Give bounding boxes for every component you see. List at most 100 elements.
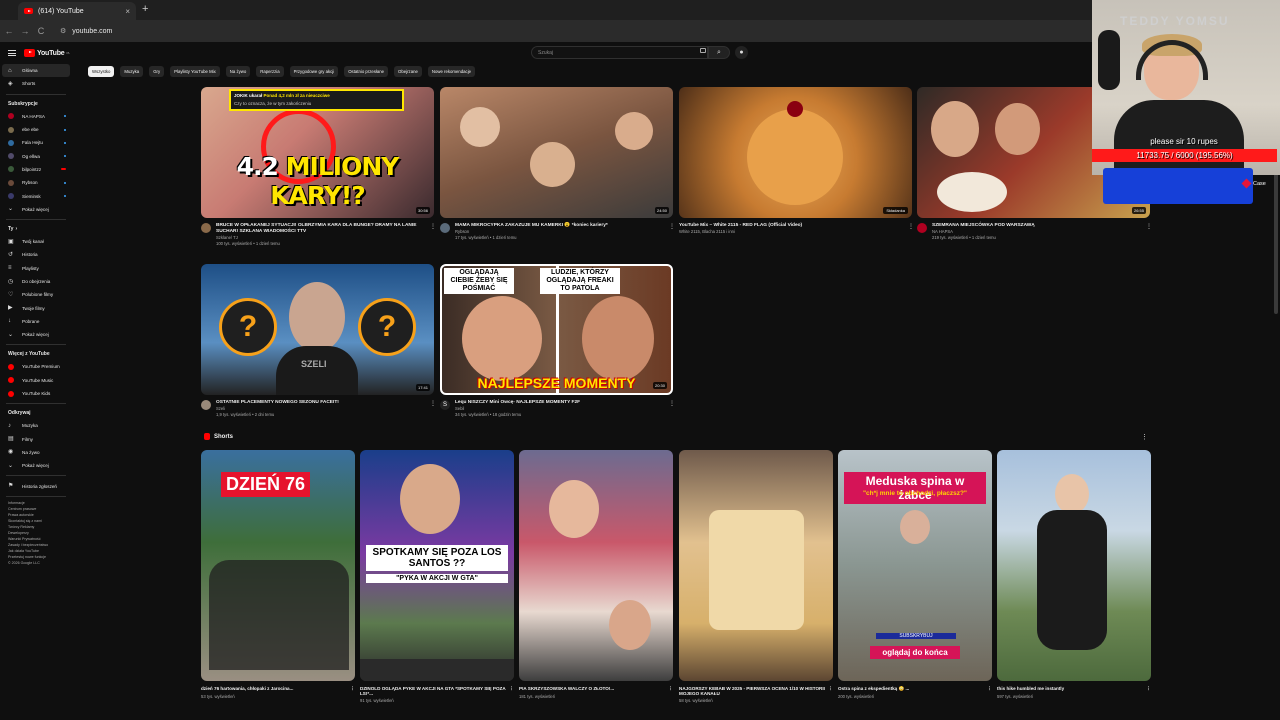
channel-avatar[interactable] xyxy=(201,400,211,410)
subscriptions-show-more[interactable]: ⌄ Pokaż więcej xyxy=(0,203,72,216)
sidebar-you-item[interactable]: ▣ Twój kanał xyxy=(0,235,72,248)
sidebar-you-item[interactable]: ▶ Twoje filmy xyxy=(0,301,72,314)
video-title[interactable]: BRUCE W OPŁAKANEJ SYTUACJI! OLBRZYMIA KA… xyxy=(216,223,425,235)
sidebar-item-1[interactable]: ◈ Shorts xyxy=(0,77,72,90)
sidebar-item-0[interactable]: ⌂ Główna xyxy=(2,64,70,78)
sidebar-subscription[interactable]: Rybson xyxy=(0,176,72,189)
sidebar-subscription[interactable]: bilpointzz xyxy=(0,163,72,176)
reload-button[interactable]: C xyxy=(34,26,48,36)
footer-link[interactable]: © 2026 Google LLC xyxy=(8,560,72,566)
short-thumbnail[interactable] xyxy=(519,450,673,681)
sidebar-you-item[interactable]: ◷ Do obejrzenia xyxy=(0,275,72,288)
filter-chip[interactable]: Playlisty YouTube Mix xyxy=(170,66,220,77)
video-thumbnail[interactable]: OGLĄDAJĄ CIEBIE ŻEBY SIĘ POŚMIAĆ LUDZIE,… xyxy=(440,264,673,395)
short-card[interactable]: DZIEŃ 76 dzień 76 hartowania, chłopaki z… xyxy=(201,450,355,699)
more-options-icon[interactable]: ⋮ xyxy=(1146,223,1152,240)
short-thumbnail[interactable]: SPOTKAMY SIĘ POZA LOS SANTOS ?? "PYKA W … xyxy=(360,450,514,681)
short-card[interactable]: Meduska spina w żabce "ch*j mnie to obch… xyxy=(838,450,992,699)
more-options-icon[interactable]: ⋮ xyxy=(669,400,675,417)
more-options-icon[interactable]: ⋮ xyxy=(350,686,355,692)
short-title[interactable]: PIA SKRZYSZOWSKA WALCZY O ZŁOTO!... xyxy=(519,686,614,692)
browser-tab[interactable]: (614) YouTube × xyxy=(18,2,136,20)
sidebar-explore-item[interactable]: ▤ Filmy xyxy=(0,433,72,446)
more-options-icon[interactable]: ⋮ xyxy=(430,400,436,417)
sidebar-subscription[interactable]: Sieminsk xyxy=(0,189,72,202)
more-options-icon[interactable]: ⋮ xyxy=(430,223,436,246)
video-thumbnail[interactable]: 24:50 xyxy=(440,87,673,218)
sidebar-subscription[interactable]: ebe ebe xyxy=(0,123,72,136)
new-tab-button[interactable]: + xyxy=(142,3,148,15)
url-field[interactable]: ⚙ youtube.com xyxy=(60,27,112,36)
short-card[interactable]: SPOTKAMY SIĘ POZA LOS SANTOS ?? "PYKA W … xyxy=(360,450,514,703)
sidebar-report-history[interactable]: ⚑ Historia zgłoszeń xyxy=(0,479,72,492)
video-thumbnail[interactable]: ? ? SZELI 17:41 xyxy=(201,264,434,395)
sidebar-you-item[interactable]: ⌄ Pokaż więcej xyxy=(0,328,72,341)
short-title[interactable]: dzień 76 hartowania, chłopaki z Jarocina… xyxy=(201,686,293,692)
menu-icon[interactable] xyxy=(8,50,16,56)
video-thumbnail[interactable]: Składanka xyxy=(679,87,912,218)
short-title[interactable]: DZINOLD OGLĄDA PYKE W AKCJI NA GTA *SPOT… xyxy=(360,686,509,696)
channel-avatar[interactable] xyxy=(917,223,927,233)
sidebar-you-item[interactable]: ↺ Historia xyxy=(0,248,72,261)
site-info-icon[interactable]: ⚙ xyxy=(60,27,66,35)
video-card[interactable]: JOKIK ukarał Ponad 4,2 mln zł za nieuczc… xyxy=(201,87,436,246)
youtube-logo[interactable]: YouTube PL xyxy=(24,49,70,57)
short-title[interactable]: Ostra spina z ekspedientką 😳 ... xyxy=(838,686,909,692)
sidebar-you-item[interactable]: ↓ Pobrane xyxy=(0,315,72,328)
short-card[interactable]: this hike humbled me instantly ⋮ 597 tys.… xyxy=(997,450,1151,699)
channel-name[interactable]: White 2115, Blacha 2115 i inni xyxy=(679,229,903,235)
filter-chip[interactable]: Na żywo xyxy=(225,66,251,77)
keyboard-icon[interactable] xyxy=(700,48,706,53)
voice-search-mic-icon[interactable]: ● xyxy=(735,46,748,59)
more-options-icon[interactable]: ⋮ xyxy=(987,686,992,692)
back-button[interactable]: ← xyxy=(2,26,16,36)
short-title[interactable]: this hike humbled me instantly xyxy=(997,686,1064,692)
video-thumbnail[interactable]: JOKIK ukarał Ponad 4,2 mln zł za nieuczc… xyxy=(201,87,434,218)
more-options-icon[interactable]: ⋮ xyxy=(668,686,673,692)
more-options-icon[interactable]: ⋮ xyxy=(828,686,833,696)
sidebar-subscription[interactable]: Fala Hejtu xyxy=(0,136,72,149)
more-options-icon[interactable]: ⋮ xyxy=(509,686,514,696)
filter-chip[interactable]: Przygodowe gry akcji xyxy=(289,66,339,77)
search-button[interactable]: ⌕ xyxy=(708,46,730,59)
channel-avatar[interactable] xyxy=(201,223,211,233)
sidebar-subscription[interactable]: NA HAPSA xyxy=(0,110,72,123)
tab-close-icon[interactable]: × xyxy=(125,7,130,16)
filter-chip[interactable]: Nowe rekomendacje xyxy=(427,66,476,77)
video-card[interactable]: Składanka YouTube Mix – White 2115 - RED… xyxy=(679,87,914,235)
short-card[interactable]: NAJGORSZY KEBAB W 2025 - PIERWSZA OCENA … xyxy=(679,450,833,703)
more-options-icon[interactable]: ⋮ xyxy=(1146,686,1151,692)
short-thumbnail[interactable] xyxy=(679,450,833,681)
short-thumbnail[interactable] xyxy=(997,450,1151,681)
sidebar-explore-item[interactable]: ⌄ Pokaż więcej xyxy=(0,459,72,472)
sidebar-youtube-product[interactable]: YouTube Kids xyxy=(0,387,72,400)
search-input[interactable]: Szukaj xyxy=(531,46,708,59)
filter-chip[interactable]: Raperzzia xyxy=(256,66,284,77)
sidebar-explore-item[interactable]: ♪ Muzyka xyxy=(0,419,72,432)
shorts-more-options-icon[interactable]: ⋮ xyxy=(1141,433,1148,441)
video-card[interactable]: 24:50 MAMA MIKROCYPKA ZAKAZUJE MU KAMERK… xyxy=(440,87,675,240)
filter-chip[interactable]: Obejrzane xyxy=(394,66,422,77)
more-options-icon[interactable]: ⋮ xyxy=(669,223,675,240)
sidebar-youtube-product[interactable]: YouTube Music xyxy=(0,374,72,387)
sidebar-you-item[interactable]: ♡ Polubione filmy xyxy=(0,288,72,301)
short-thumbnail[interactable]: Meduska spina w żabce "ch*j mnie to obch… xyxy=(838,450,992,681)
short-title[interactable]: NAJGORSZY KEBAB W 2025 - PIERWSZA OCENA … xyxy=(679,686,828,696)
channel-avatar[interactable]: S xyxy=(440,400,450,410)
sidebar-subscription[interactable]: Og ellwa xyxy=(0,149,72,162)
sidebar-you-item[interactable]: ≡ Playlisty xyxy=(0,262,72,275)
forward-button[interactable]: → xyxy=(18,26,32,36)
more-options-icon[interactable]: ⋮ xyxy=(908,223,914,235)
subscriptions-header[interactable]: Subskrypcje xyxy=(0,98,72,110)
video-card[interactable]: OGLĄDAJĄ CIEBIE ŻEBY SIĘ POŚMIAĆ LUDZIE,… xyxy=(440,264,675,417)
you-section-header[interactable]: Ty › xyxy=(0,223,72,235)
video-card[interactable]: ? ? SZELI 17:41 OSTATNIE PLACEMENTY NOWE… xyxy=(201,264,436,417)
filter-chip[interactable]: Gry xyxy=(149,66,165,77)
sidebar-explore-item[interactable]: ◉ Na żywo xyxy=(0,446,72,459)
filter-chip[interactable]: Wszystko xyxy=(88,66,115,77)
filter-chip[interactable]: Muzyka xyxy=(120,66,144,77)
sidebar-youtube-product[interactable]: YouTube Premium xyxy=(0,360,72,373)
short-card[interactable]: PIA SKRZYSZOWSKA WALCZY O ZŁOTO!... ⋮ 181… xyxy=(519,450,673,699)
channel-avatar[interactable] xyxy=(440,223,450,233)
short-thumbnail[interactable]: DZIEŃ 76 xyxy=(201,450,355,681)
